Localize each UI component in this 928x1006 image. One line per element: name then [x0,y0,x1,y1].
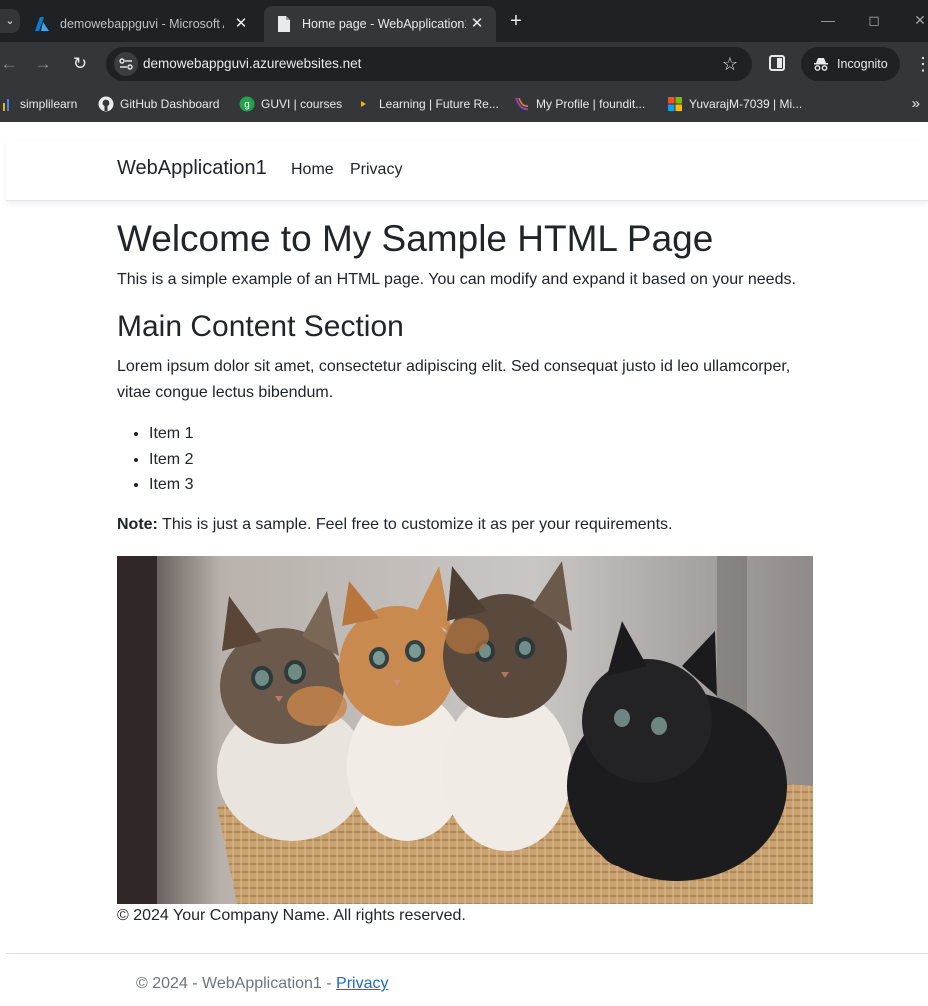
site-footer: © 2024 - WebApplication1 - Privacy [6,953,928,1006]
bookmark-label: Learning | Future Re... [379,97,499,111]
back-arrow-icon[interactable]: ← [0,52,21,76]
list-item: Item 2 [149,447,193,473]
bookmark-foundit[interactable]: My Profile | foundit... [514,94,645,114]
bookmark-star-icon[interactable]: ☆ [722,53,738,75]
bookmark-github[interactable]: GitHub Dashboard [98,94,219,114]
site-settings-icon[interactable] [114,52,138,76]
list-item: Item 3 [149,472,193,498]
site-navbar: WebApplication1 Home Privacy [6,141,928,201]
bookmark-microsoft[interactable]: YuvarajM-7039 | Mi... [667,94,802,114]
list-item: Item 1 [149,421,193,447]
url-text: demowebappguvi.azurewebsites.net [143,56,362,71]
learning-icon [357,96,373,112]
minimize-icon[interactable]: — [818,10,838,30]
microsoft-icon [667,96,683,112]
address-bar[interactable]: demowebappguvi.azurewebsites.net ☆ [106,47,752,81]
tab-title: Home page - WebApplication1 [302,17,466,31]
window-close-icon[interactable]: ✕ [910,10,928,30]
intro-paragraph: This is a simple example of an HTML page… [117,271,796,288]
site-brand-link[interactable]: WebApplication1 [117,157,267,180]
document-icon [276,16,292,32]
bookmark-guvi[interactable]: g GUVI | courses [239,94,342,114]
bookmark-label: GitHub Dashboard [120,97,220,111]
footer-copyright: © 2024 - WebApplication1 - [136,975,337,992]
bookmark-label: GUVI | courses [261,97,343,111]
incognito-label: Incognito [837,57,888,71]
chevron-down-icon: ⌄ [5,15,15,27]
github-icon [98,96,114,112]
forward-arrow-icon[interactable]: → [31,52,55,76]
nav-privacy-link[interactable]: Privacy [350,161,402,179]
copyright-text: © 2024 Your Company Name. All rights res… [117,907,466,924]
bookmark-label: YuvarajM-7039 | Mi... [689,97,803,111]
bookmark-label: simplilearn [20,97,78,111]
note-label: Note: [117,516,158,533]
tab-search-button[interactable]: ⌄ [0,9,20,33]
tab-azure-portal[interactable]: demowebappguvi - Microsoft A ✕ [22,6,260,42]
new-tab-button[interactable]: + [506,10,526,32]
maximize-icon[interactable]: ◻ [864,10,884,30]
item-list: Item 1 Item 2 Item 3 [149,421,193,498]
reload-icon[interactable]: ↻ [68,52,92,76]
foundit-icon [514,96,530,112]
close-icon[interactable]: ✕ [468,15,486,33]
more-bookmarks-icon[interactable]: » [912,94,920,114]
bookmark-simplilearn[interactable]: simplilearn [2,94,77,114]
close-icon[interactable]: ✕ [232,15,250,33]
kittens-image [117,556,813,904]
tab-home-page[interactable]: Home page - WebApplication1 ✕ [264,6,496,42]
bookmark-learning[interactable]: Learning | Future Re... [357,94,499,114]
bookmark-label: My Profile | foundit... [536,97,646,111]
section-heading: Main Content Section [117,310,404,343]
side-panel-icon[interactable] [769,55,785,71]
note-paragraph: Note: This is just a sample. Feel free t… [117,516,672,534]
browser-tab-strip: ⌄ demowebappguvi - Microsoft A ✕ Home pa… [0,0,928,42]
incognito-badge[interactable]: Incognito [801,47,900,81]
note-text: This is just a sample. Feel free to cust… [157,516,673,533]
azure-icon [34,16,50,32]
simplilearn-icon [2,96,14,112]
tab-title: demowebappguvi - Microsoft A [60,17,224,31]
page-title: Welcome to My Sample HTML Page [117,218,714,259]
footer-privacy-link[interactable]: Privacy [336,975,388,992]
nav-home-link[interactable]: Home [291,161,334,179]
bookmarks-bar: simplilearn GitHub Dashboard g GUVI | co… [0,86,928,122]
web-page: WebApplication1 Home Privacy Welcome to … [0,122,928,1006]
incognito-icon [813,56,829,72]
more-menu-icon[interactable]: ⋮ [914,52,928,76]
lorem-paragraph: Lorem ipsum dolor sit amet, consectetur … [117,358,791,401]
browser-toolbar: ← → ↻ demowebappguvi.azurewebsites.net ☆… [0,42,928,86]
svg-text:g: g [244,100,250,111]
guvi-icon: g [239,96,255,112]
footer-text: © 2024 - WebApplication1 - Privacy [136,975,389,993]
